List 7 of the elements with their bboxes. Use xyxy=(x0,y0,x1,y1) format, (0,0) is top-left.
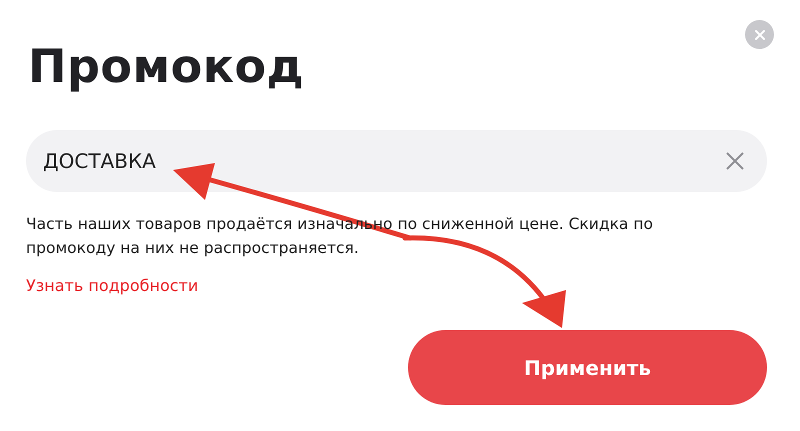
dialog-title: Промокод xyxy=(28,38,306,95)
close-icon xyxy=(754,28,766,40)
clear-icon[interactable] xyxy=(725,151,745,171)
apply-button[interactable]: Применить xyxy=(408,330,767,405)
close-button[interactable] xyxy=(745,20,774,49)
promo-code-field[interactable]: ДОСТАВКА xyxy=(26,130,767,192)
details-link[interactable]: Узнать подробности xyxy=(26,276,198,295)
